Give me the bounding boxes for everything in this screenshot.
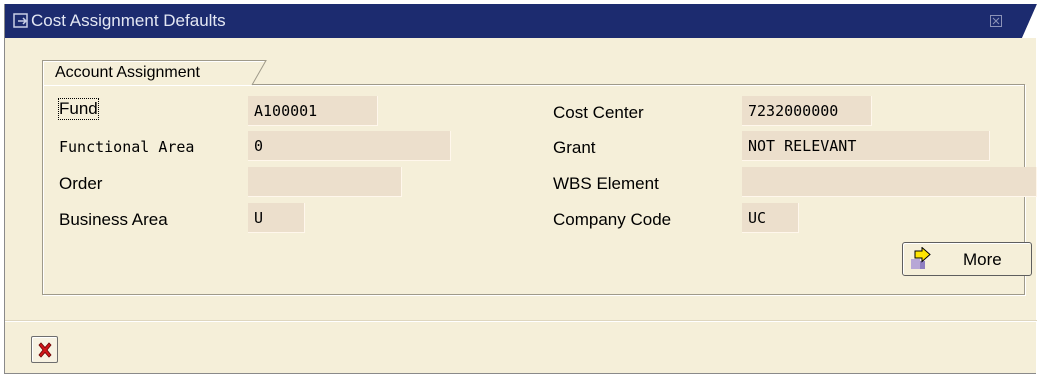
- order-field[interactable]: [248, 167, 402, 197]
- business-area-field[interactable]: U: [248, 203, 305, 233]
- business-area-label: Business Area: [59, 210, 168, 229]
- order-label: Order: [59, 174, 103, 193]
- company-code-field[interactable]: UC: [742, 203, 799, 233]
- more-button-label: More: [963, 250, 1002, 269]
- dialog-window-icon: [13, 13, 29, 29]
- arrow-right-icon: [910, 246, 932, 271]
- wbs-element-label: WBS Element: [553, 174, 659, 193]
- dialog-window: Cost Assignment Defaults Account Assignm…: [4, 4, 1037, 374]
- close-icon[interactable]: [990, 15, 1002, 27]
- cost-center-label: Cost Center: [553, 103, 644, 122]
- dialog-title: Cost Assignment Defaults: [31, 11, 226, 30]
- tab-label: Account Assignment: [55, 64, 200, 81]
- functional-area-label: Functional Area: [59, 138, 195, 156]
- company-code-label: Company Code: [553, 210, 672, 229]
- wbs-element-field[interactable]: [742, 167, 1037, 197]
- cancel-button[interactable]: [31, 336, 58, 363]
- separator-highlight: [5, 321, 1037, 322]
- grant-label: Grant: [553, 138, 596, 157]
- fund-label: Fund: [58, 98, 99, 120]
- more-button[interactable]: More: [902, 242, 1032, 276]
- grant-field[interactable]: NOT RELEVANT: [742, 131, 990, 161]
- cancel-x-icon: [38, 342, 52, 358]
- title-bar: Cost Assignment Defaults: [5, 4, 1037, 38]
- functional-area-field[interactable]: 0: [248, 131, 451, 161]
- fund-field[interactable]: A100001: [248, 96, 378, 126]
- cost-center-field[interactable]: 7232000000: [742, 96, 872, 126]
